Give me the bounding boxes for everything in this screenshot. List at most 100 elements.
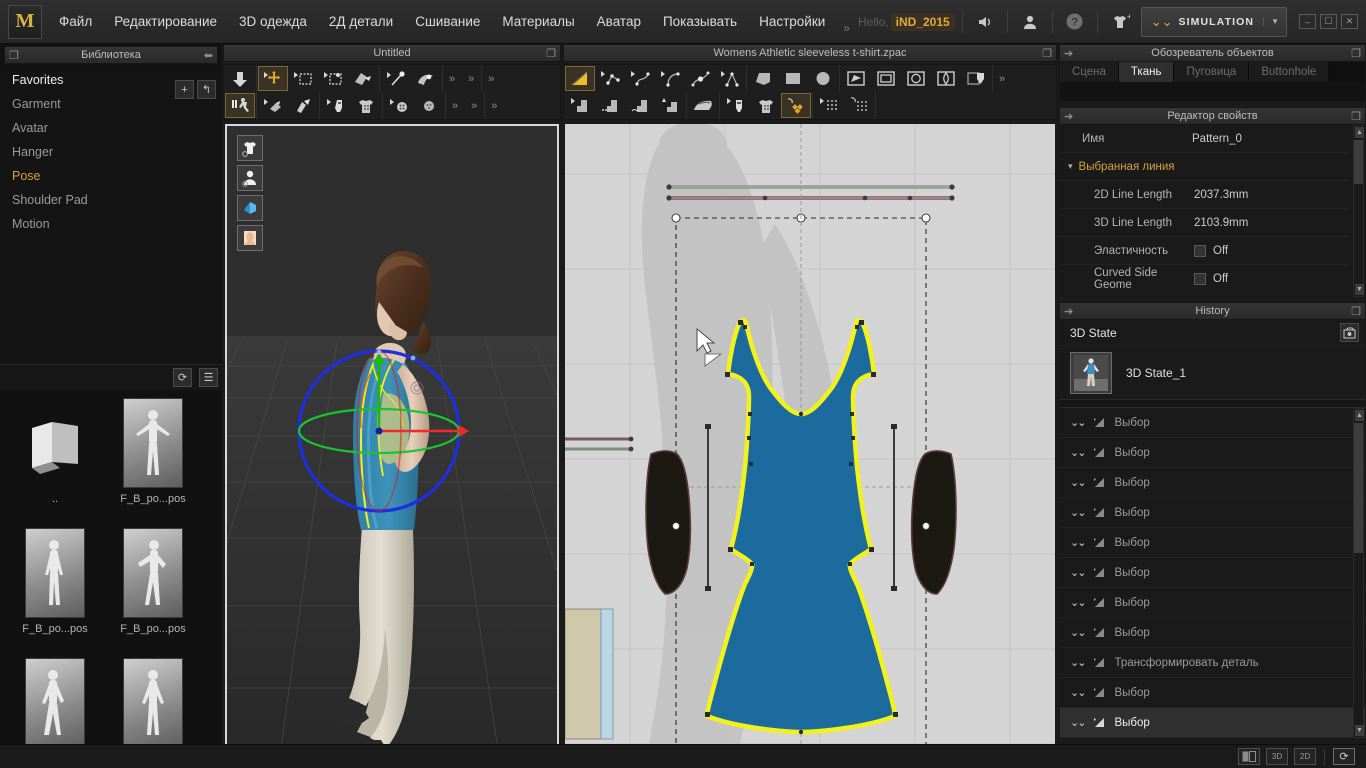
button-garment-icon[interactable]: [351, 93, 381, 118]
undock-icon[interactable]: ❐: [1351, 47, 1361, 60]
menu-materials[interactable]: Материалы: [491, 8, 585, 35]
listview-icon[interactable]: ☰: [199, 368, 218, 387]
fold-arrange-icon[interactable]: [348, 66, 378, 91]
scroll-down-arrow[interactable]: ▼: [1355, 284, 1364, 295]
simulation-button[interactable]: ⌄⌄ SIMULATION ▼: [1140, 6, 1287, 37]
scrollbar-thumb[interactable]: [1354, 423, 1363, 553]
property-row-name[interactable]: Имя Pattern_0: [1060, 125, 1349, 153]
tack-icon[interactable]: [411, 66, 441, 91]
segment-sew-icon[interactable]: [595, 93, 625, 118]
toolbar-more-icon[interactable]: »: [993, 73, 1011, 85]
simulation-dropdown-icon[interactable]: ▼: [1263, 17, 1286, 26]
polygon-icon[interactable]: [748, 66, 778, 91]
speaker-icon[interactable]: [970, 7, 1000, 37]
chevron-down-icon[interactable]: ▾: [1068, 161, 1073, 172]
help-icon[interactable]: ?: [1060, 7, 1090, 37]
library-item-motion[interactable]: Motion: [0, 212, 222, 236]
show-garment-icon[interactable]: [237, 135, 263, 161]
button-icon[interactable]: [384, 93, 414, 118]
free-sew-icon[interactable]: [625, 93, 655, 118]
menu-file[interactable]: Файл: [48, 8, 103, 35]
toolbar-more-icon[interactable]: »: [465, 100, 483, 112]
button-garment-icon[interactable]: [751, 93, 781, 118]
collapse-icon[interactable]: ➔: [1064, 110, 1073, 123]
simulate-arrow-icon[interactable]: [225, 66, 255, 91]
close-button[interactable]: ✕: [1341, 14, 1358, 29]
zipper-icon[interactable]: [321, 93, 351, 118]
library-item-hanger[interactable]: Hanger: [0, 140, 222, 164]
show-fabric-icon[interactable]: [237, 195, 263, 221]
scroll-up-arrow[interactable]: ▲: [1355, 127, 1364, 138]
internal-circle-icon[interactable]: [901, 66, 931, 91]
toolbar-more-icon[interactable]: »: [462, 73, 480, 85]
undock-icon[interactable]: ❐: [1042, 47, 1052, 60]
list-item[interactable]: ⌄⌄ Выбор: [1060, 468, 1365, 498]
nest-icon[interactable]: [844, 93, 874, 118]
toolbar-more-icon[interactable]: »: [443, 73, 461, 85]
2d-view-button[interactable]: 2D: [1294, 748, 1316, 765]
3d-viewport[interactable]: [225, 124, 559, 768]
toolbar-more-icon[interactable]: »: [446, 100, 464, 112]
collapse-icon[interactable]: ⬅: [204, 49, 213, 62]
user-icon[interactable]: [1015, 7, 1045, 37]
iron-icon[interactable]: [688, 93, 718, 118]
list-item[interactable]: F_B_po...pos: [6, 528, 104, 658]
menu-overflow-icon[interactable]: »: [837, 21, 856, 35]
menu-sewing[interactable]: Сшивание: [404, 8, 491, 35]
show-avatar-icon[interactable]: [237, 165, 263, 191]
list-item[interactable]: F_B_po...pos: [104, 528, 202, 658]
add-point-icon[interactable]: [685, 66, 715, 91]
app-logo[interactable]: M: [8, 4, 42, 39]
library-item-pose[interactable]: Pose: [0, 164, 222, 188]
undock-icon[interactable]: ❐: [546, 47, 556, 60]
tab-buttonhole[interactable]: Buttonhole: [1249, 62, 1330, 82]
property-row-2d-line-length[interactable]: 2D Line Length 2037.3mm: [1060, 181, 1349, 209]
property-row-curved-side-geometry[interactable]: Curved Side Geome Off: [1060, 265, 1349, 293]
pin-icon[interactable]: [381, 66, 411, 91]
fold-icon[interactable]: [258, 93, 288, 118]
list-item-current[interactable]: ⌄⌄ Выбор: [1060, 708, 1365, 738]
back-icon[interactable]: ↰: [197, 80, 216, 99]
split-line-icon[interactable]: [715, 66, 745, 91]
notch-icon[interactable]: [961, 66, 991, 91]
toolbar-more-icon[interactable]: »: [485, 100, 503, 112]
menu-3d-garment[interactable]: 3D одежда: [228, 8, 318, 35]
zipper-icon[interactable]: [721, 93, 751, 118]
menu-settings[interactable]: Настройки: [748, 8, 836, 35]
edit-pattern-icon[interactable]: [565, 66, 595, 91]
buttonhole-icon[interactable]: [414, 93, 444, 118]
property-row-3d-line-length[interactable]: 3D Line Length 2103.9mm: [1060, 209, 1349, 237]
library-item-avatar[interactable]: Avatar: [0, 116, 222, 140]
undock-icon[interactable]: ❐: [1351, 305, 1361, 318]
restore-button[interactable]: ☐: [1320, 14, 1337, 29]
tab-fabric[interactable]: Ткань: [1118, 62, 1175, 82]
collapse-icon[interactable]: ➔: [1064, 47, 1073, 60]
property-editor-scrollbar[interactable]: ▲ ▼: [1353, 125, 1364, 297]
rectangle-icon[interactable]: [778, 66, 808, 91]
curved-side-geometry-checkbox[interactable]: [1194, 273, 1206, 285]
menu-show[interactable]: Показывать: [652, 8, 748, 35]
snapshot-icon[interactable]: [1340, 323, 1359, 342]
sew-icon[interactable]: [565, 93, 595, 118]
3d-view-button[interactable]: 3D: [1266, 748, 1288, 765]
reset-view-button[interactable]: ⟳: [1333, 748, 1355, 765]
minimize-button[interactable]: –: [1299, 14, 1316, 29]
show-skin-icon[interactable]: [237, 225, 263, 251]
history-snapshot-row[interactable]: 3D State_1: [1060, 346, 1365, 400]
property-row-elasticity[interactable]: Эластичность Off: [1060, 237, 1349, 265]
brush-icon[interactable]: [288, 93, 318, 118]
select-mesh-lasso-icon[interactable]: [318, 66, 348, 91]
username-badge[interactable]: iND_2015: [890, 12, 955, 31]
tab-button[interactable]: Пуговица: [1174, 62, 1250, 82]
object-browser-body[interactable]: [1059, 82, 1366, 102]
edit-point-icon[interactable]: [595, 66, 625, 91]
list-item[interactable]: ⌄⌄ Выбор: [1060, 408, 1365, 438]
split-view-button[interactable]: [1238, 748, 1260, 765]
scrollbar-thumb[interactable]: [1354, 140, 1363, 184]
undock-icon[interactable]: ❐: [1351, 110, 1361, 123]
list-item[interactable]: F_B_po...pos: [104, 398, 202, 528]
dart-icon[interactable]: [931, 66, 961, 91]
property-section-selected-line[interactable]: ▾ Выбранная линия: [1060, 153, 1349, 181]
collapse-icon[interactable]: ➔: [1064, 305, 1073, 318]
list-item[interactable]: ⌄⌄ Выбор: [1060, 558, 1365, 588]
